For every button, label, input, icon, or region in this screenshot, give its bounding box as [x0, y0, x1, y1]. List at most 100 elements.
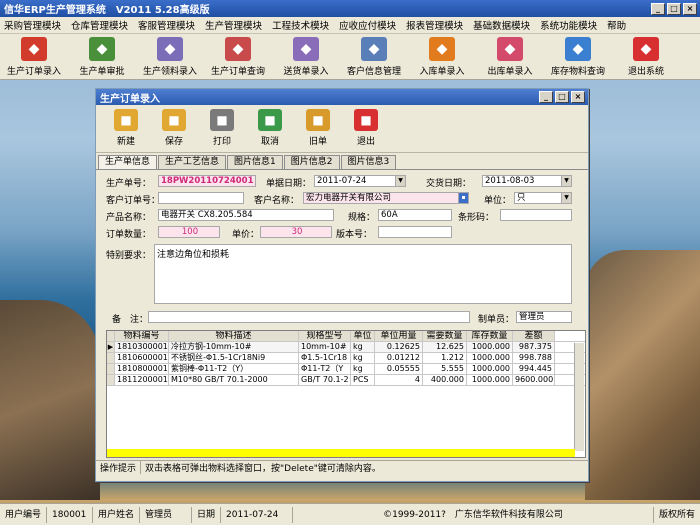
toolbar-button[interactable]: ◆ 生产订单查询 — [204, 34, 272, 79]
close-button[interactable]: × — [683, 2, 697, 15]
menu-item[interactable]: 系统功能模块 — [540, 18, 597, 32]
menu-item[interactable]: 客服管理模块 — [138, 18, 195, 32]
child-toolbar-button[interactable]: ■ 新建 — [102, 105, 150, 152]
menu-item[interactable]: 仓库管理模块 — [71, 18, 128, 32]
col-header[interactable]: 规格型号 — [299, 331, 351, 341]
table-cell[interactable]: 10mm-10# — [299, 342, 351, 352]
col-header[interactable]: 需要数量 — [423, 331, 467, 341]
child-minimize-button[interactable]: _ — [539, 91, 553, 103]
child-toolbar-button[interactable]: ■ 退出 — [342, 105, 390, 152]
table-cell[interactable]: kg — [351, 342, 375, 352]
table-cell[interactable]: Φ11-T2（Y — [299, 364, 351, 374]
dropdown-arrow-icon[interactable]: ▼ — [561, 176, 571, 186]
toolbar-button[interactable]: ◆ 退出系统 — [612, 34, 680, 79]
materials-table[interactable]: 物料编号 物料描述 规格型号 单位 单位用量 需要数量 库存数量 差额 ▶ 181… — [106, 330, 586, 458]
col-header[interactable]: 单位用量 — [375, 331, 423, 341]
table-cell[interactable]: 1.212 — [423, 353, 467, 363]
col-header[interactable]: 单位 — [351, 331, 375, 341]
table-cell[interactable]: 5.555 — [423, 364, 467, 374]
table-cell[interactable]: 1810800001 — [115, 364, 169, 374]
table-row[interactable]: ▶ 1810300001 冷拉方钢-10mm-10# 10mm-10# kg 0.1262… — [107, 342, 585, 353]
table-cell[interactable]: 1810300001 — [115, 342, 169, 352]
table-cell[interactable]: 0.01212 — [375, 353, 423, 363]
dropdown-arrow-icon[interactable]: ▼ — [395, 176, 405, 186]
table-cell[interactable]: kg — [351, 353, 375, 363]
col-header[interactable]: 差额 — [513, 331, 555, 341]
cust-order-field[interactable] — [158, 192, 244, 204]
table-cell[interactable]: 冷拉方钢-10mm-10# — [169, 342, 299, 352]
delivery-date-field[interactable]: 2011-08-03 ▼ — [482, 175, 572, 187]
table-cell[interactable]: 998.788 — [513, 353, 555, 363]
lookup-icon[interactable]: ▪ — [458, 193, 468, 203]
dropdown-arrow-icon[interactable]: ▼ — [561, 193, 571, 203]
menu-item[interactable]: 采购管理模块 — [4, 18, 61, 32]
maximize-button[interactable]: □ — [667, 2, 681, 15]
maker-field[interactable]: 管理员 — [516, 311, 572, 323]
minimize-button[interactable]: _ — [651, 2, 665, 15]
table-cell[interactable]: 1811200001 — [115, 375, 169, 385]
col-header[interactable]: 库存数量 — [467, 331, 513, 341]
table-cell[interactable]: 1000.000 — [467, 342, 513, 352]
vertical-scrollbar[interactable] — [574, 343, 584, 451]
menu-item[interactable]: 工程技术模块 — [272, 18, 329, 32]
tab-image-2[interactable]: 图片信息2 — [283, 155, 340, 169]
child-close-button[interactable]: × — [571, 91, 585, 103]
col-header[interactable]: 物料描述 — [169, 331, 299, 341]
qty-field[interactable]: 100 — [158, 226, 220, 238]
child-toolbar-button[interactable]: ■ 旧单 — [294, 105, 342, 152]
menu-item[interactable]: 报表管理模块 — [406, 18, 463, 32]
table-cell[interactable]: 0.12625 — [375, 342, 423, 352]
table-cell[interactable]: kg — [351, 364, 375, 374]
table-cell[interactable]: 1000.000 — [467, 353, 513, 363]
table-cell[interactable]: 不锈钢丝-Φ1.5-1Cr18Ni9 — [169, 353, 299, 363]
tab-process-info[interactable]: 生产工艺信息 — [158, 155, 227, 169]
table-cell[interactable]: 1000.000 — [467, 364, 513, 374]
tab-order-info[interactable]: 生产单信息 — [98, 155, 158, 169]
table-cell[interactable]: Φ1.5-1Cr18 — [299, 353, 351, 363]
toolbar-button[interactable]: ◆ 出库单录入 — [476, 34, 544, 79]
table-cell[interactable]: M10*80 GB/T 70.1-2000 — [169, 375, 299, 385]
table-cell[interactable]: 9600.000 — [513, 375, 555, 385]
remark-field[interactable] — [148, 311, 470, 323]
child-toolbar-button[interactable]: ■ 取消 — [246, 105, 294, 152]
price-field[interactable]: 30 — [260, 226, 332, 238]
menu-item[interactable]: 应收应付模块 — [339, 18, 396, 32]
menu-item[interactable]: 生产管理模块 — [205, 18, 262, 32]
table-cell[interactable]: 4 — [375, 375, 423, 385]
child-toolbar-button[interactable]: ■ 保存 — [150, 105, 198, 152]
barcode-field[interactable] — [500, 209, 572, 221]
toolbar-button[interactable]: ◆ 送货单录入 — [272, 34, 340, 79]
child-toolbar-button[interactable]: ■ 打印 — [198, 105, 246, 152]
table-cell[interactable]: 12.625 — [423, 342, 467, 352]
product-field[interactable]: 电器开关 CX8.205.584 — [158, 209, 334, 221]
child-maximize-button[interactable]: □ — [555, 91, 569, 103]
biz-date-field[interactable]: 2011-07-24 ▼ — [314, 175, 406, 187]
version-field[interactable] — [378, 226, 452, 238]
customer-field[interactable]: 宏力电器开关有限公司 ▪ — [303, 192, 469, 204]
table-row[interactable]: 1810600001 不锈钢丝-Φ1.5-1Cr18Ni9 Φ1.5-1Cr18 kg… — [107, 353, 585, 364]
toolbar-button[interactable]: ◆ 生产单审批 — [68, 34, 136, 79]
menu-item[interactable]: 基础数据模块 — [473, 18, 530, 32]
tab-image-3[interactable]: 图片信息3 — [340, 155, 397, 169]
table-cell[interactable]: 紫铜棒-Φ11-T2（Y） — [169, 364, 299, 374]
table-cell[interactable]: 400.000 — [423, 375, 467, 385]
toolbar-button[interactable]: ◆ 入库单录入 — [408, 34, 476, 79]
toolbar-button[interactable]: ◆ 客户信息管理 — [340, 34, 408, 79]
table-cell[interactable]: 987.375 — [513, 342, 555, 352]
special-req-textarea[interactable]: 注意边角位和损耗 — [154, 244, 572, 304]
table-cell[interactable]: 0.05555 — [375, 364, 423, 374]
toolbar-button[interactable]: ◆ 库存物料查询 — [544, 34, 612, 79]
table-cell[interactable]: GB/T 70.1-2 — [299, 375, 351, 385]
table-cell[interactable]: 1810600001 — [115, 353, 169, 363]
order-no-field[interactable]: 18PW20110724001 — [158, 175, 256, 187]
spec-field[interactable]: 60A — [378, 209, 452, 221]
tab-image-1[interactable]: 图片信息1 — [227, 155, 283, 169]
unit-field[interactable]: 只 ▼ — [514, 192, 572, 204]
table-cell[interactable]: 1000.000 — [467, 375, 513, 385]
table-row[interactable]: 1811200001 M10*80 GB/T 70.1-2000 GB/T 70.1… — [107, 375, 585, 386]
col-header[interactable]: 物料编号 — [115, 331, 169, 341]
table-cell[interactable]: PCS — [351, 375, 375, 385]
toolbar-button[interactable]: ◆ 生产订单录入 — [0, 34, 68, 79]
table-cell[interactable]: 994.445 — [513, 364, 555, 374]
table-row[interactable]: 1810800001 紫铜棒-Φ11-T2（Y） Φ11-T2（Y kg 0.05555… — [107, 364, 585, 375]
